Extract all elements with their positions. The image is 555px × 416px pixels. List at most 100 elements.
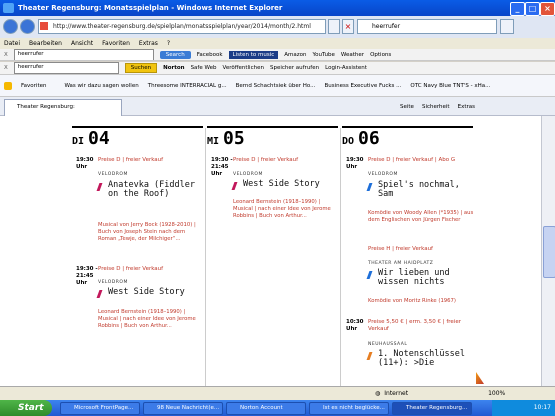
taskbar-item[interactable]: Ist es nicht beglücke... (309, 402, 389, 415)
event-title[interactable]: Wir lieben und wissen nichts (378, 269, 478, 287)
event-price[interactable]: Preise 5,50 € | erm. 3,50 € | freier Ver… (368, 319, 478, 333)
back-button[interactable] (3, 19, 18, 34)
window-titlebar: Theater Regensburg: Monatsspielplan - Wi… (0, 0, 555, 16)
event-venue: VELODROM (98, 172, 128, 177)
norton-search-input[interactable]: heerrufer (13, 62, 119, 74)
toolbar-login[interactable]: Login-Assistent (325, 65, 367, 71)
status-zone: Internet (384, 390, 409, 397)
favorite-item-2[interactable]: Threesome INTERRACIAL g... (148, 83, 227, 89)
address-url: http://www.theater-regensburg.de/spielpl… (53, 23, 311, 30)
toolbar-publish[interactable]: Veröffentlichen (222, 65, 263, 71)
day-header-06: DO 06 (342, 126, 473, 152)
event-venue: THEATER AM HAIDPLATZ (368, 261, 434, 266)
favorite-item-3[interactable]: Bernd Schachtsiek über Ho... (236, 83, 316, 89)
event-title[interactable]: West Side Story (243, 180, 339, 189)
tab-theater-regensburg[interactable]: Theater Regensburg: Monatsspielplan (4, 99, 122, 125)
window-title: Theater Regensburg: Monatsspielplan - Wi… (18, 4, 283, 12)
favorites-button[interactable]: Favoriten (4, 81, 55, 90)
event-price[interactable]: Preise D | freier Verkauf (98, 157, 163, 164)
event-price[interactable]: Preise D | freier Verkauf (98, 266, 163, 273)
event-venue: VELODROM (233, 172, 263, 177)
toolbar-search-2: X heerrufer Suchen Norton Safe Web Veröf… (0, 62, 555, 75)
toolbar-facebook[interactable]: Facebook (197, 52, 223, 58)
address-bar[interactable]: http://www.theater-regensburg.de/spielpl… (38, 19, 326, 34)
toolbar-norton[interactable]: Norton (163, 65, 184, 71)
event-time: 19:30 Uhr (346, 157, 364, 170)
status-bar: ◍ Internet 100% (0, 386, 555, 400)
close-toolbar-icon[interactable]: X (4, 52, 8, 58)
event-description[interactable]: Leonard Bernstein (1918–1990) | Musical … (233, 199, 337, 220)
event-title[interactable]: Spiel's nochmal, Sam (378, 181, 468, 199)
day-divider (205, 128, 206, 386)
event-time: 19:30 - 21:45 Uhr (211, 157, 233, 177)
scroll-thumb[interactable] (543, 226, 555, 278)
menu-bearbeiten[interactable]: Bearbeiten (29, 40, 62, 47)
system-tray: 10:17 (492, 400, 555, 416)
menu-bar: Datei Bearbeiten Ansicht Favoriten Extra… (0, 38, 555, 49)
event-description[interactable]: Komödie von Moritz Rinke (1967) (368, 298, 474, 305)
event-venue: VELODROM (98, 280, 128, 285)
ie-logo-icon (3, 3, 14, 13)
cmd-extras[interactable]: Extras (458, 104, 475, 110)
toolbar-amazon[interactable]: Amazon (284, 52, 306, 58)
event-description[interactable]: Musical von Jerry Bock (1928-2010) | Buc… (98, 222, 202, 243)
toolbar-options[interactable]: Options (370, 52, 391, 58)
menu-favoriten[interactable]: Favoriten (102, 40, 130, 47)
event-title[interactable]: Anatevka (Fiddler on the Roof) (108, 181, 204, 199)
globe-icon: ◍ (375, 390, 381, 397)
menu-datei[interactable]: Datei (4, 40, 20, 47)
event-price[interactable]: Preise D | freier Verkauf (233, 157, 298, 164)
cmd-sicherheit[interactable]: Sicherheit (422, 104, 450, 110)
toolbar-storage[interactable]: Speicher aufrufen (270, 65, 319, 71)
favorites-bar: Favoriten Was wir dazu sagen wollen Thre… (0, 75, 555, 97)
zoom-level[interactable]: 100% (488, 390, 505, 397)
taskbar-item[interactable]: 98 Neue Nachricht(e... (143, 402, 223, 415)
event-description[interactable]: Leonard Bernstein (1918–1990) | Musical … (98, 309, 202, 330)
toolbar-listen-music[interactable]: Listen to music (228, 50, 279, 59)
search-icon[interactable] (500, 19, 514, 34)
menu-ansicht[interactable]: Ansicht (71, 40, 93, 47)
web-search-box[interactable]: heerrufer (357, 19, 497, 34)
toolbar-search-1: X heerrufer Search Facebook Listen to mu… (0, 49, 555, 61)
toolbar-safe-web[interactable]: Safe Web (191, 65, 217, 71)
command-bar: Seite Sicherheit Extras (400, 100, 475, 114)
menu-help[interactable]: ? (167, 40, 170, 47)
event-title[interactable]: 1. Notenschlüssel (11+): >Die (378, 350, 468, 368)
toolbar-weather[interactable]: Weather (341, 52, 364, 58)
event-title[interactable]: West Side Story (108, 288, 204, 297)
event-price[interactable]: Preise H | freier Verkauf (368, 246, 433, 253)
event-time: 10:30 Uhr (346, 319, 364, 332)
star-icon (4, 81, 12, 90)
close-button[interactable]: × (540, 2, 555, 16)
toolbar-search-input[interactable]: heerrufer (13, 49, 154, 60)
event-time: 19:30 Uhr (76, 157, 94, 170)
taskbar-item[interactable]: Microsoft FrontPage... (60, 402, 140, 415)
taskbar-item-active[interactable]: Theater Regensburg... (392, 402, 472, 415)
close-toolbar-icon[interactable]: X (4, 65, 8, 71)
minimize-button[interactable]: _ (510, 2, 525, 16)
event-venue: NEUHAUSSAAL (368, 342, 408, 347)
maximize-button[interactable]: □ (525, 2, 540, 16)
stop-icon[interactable]: × (342, 19, 354, 34)
favorite-item-5[interactable]: OTC Navy Blue TNT'S - xHa... (410, 83, 490, 89)
toolbar-search-button[interactable]: Search (159, 50, 191, 59)
event-time: 19:30 - 21:45 Uhr (76, 266, 98, 286)
day-header-04: DI 04 (72, 126, 203, 152)
taskbar-item[interactable]: Norton Account (226, 402, 306, 415)
menu-extras[interactable]: Extras (139, 40, 158, 47)
page-icon (40, 22, 48, 30)
cmd-seite[interactable]: Seite (400, 104, 414, 110)
vertical-scrollbar[interactable] (541, 116, 555, 386)
norton-search-button[interactable]: Suchen (124, 63, 158, 73)
day-divider (340, 128, 341, 386)
forward-button[interactable] (20, 19, 35, 34)
favorite-item-1[interactable]: Was wir dazu sagen wollen (64, 83, 138, 89)
clock: 10:17 (533, 404, 551, 411)
toolbar-youtube[interactable]: YouTube (313, 52, 335, 58)
refresh-icon[interactable] (328, 19, 340, 34)
start-button[interactable]: Start (0, 400, 52, 416)
favorite-item-4[interactable]: Business Executive Fucks ... (324, 83, 401, 89)
event-description[interactable]: Komödie von Woody Allen (*1935) | aus de… (368, 210, 474, 224)
event-price[interactable]: Preise D | freier Verkauf | Abo G (368, 157, 455, 164)
day-header-05: MI 05 (207, 126, 338, 152)
